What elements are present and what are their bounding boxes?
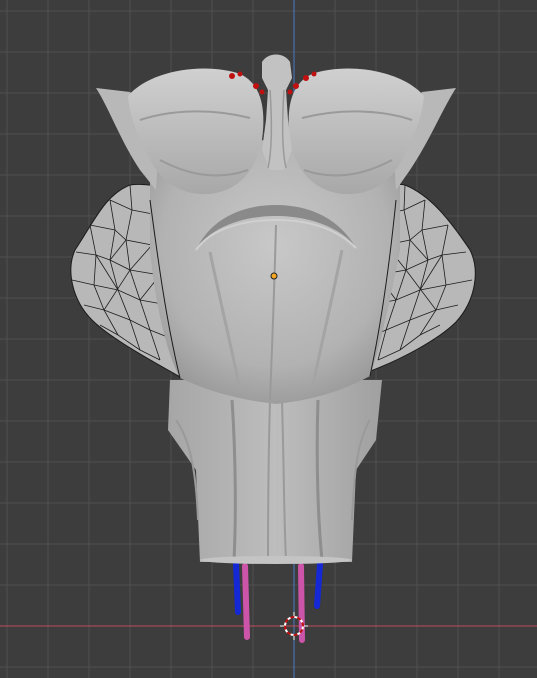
mesh-neck xyxy=(168,380,382,562)
mesh-sternum xyxy=(262,54,292,170)
bone-blue-right xyxy=(314,561,323,609)
object-origin-icon[interactable] xyxy=(270,272,278,280)
armature-bones[interactable] xyxy=(233,561,323,643)
mesh-object[interactable] xyxy=(70,54,476,565)
3d-viewport[interactable] xyxy=(0,0,537,678)
bone-pink-left xyxy=(242,563,250,640)
viewport-canvas[interactable] xyxy=(0,0,537,678)
bone-blue-left xyxy=(233,561,241,615)
